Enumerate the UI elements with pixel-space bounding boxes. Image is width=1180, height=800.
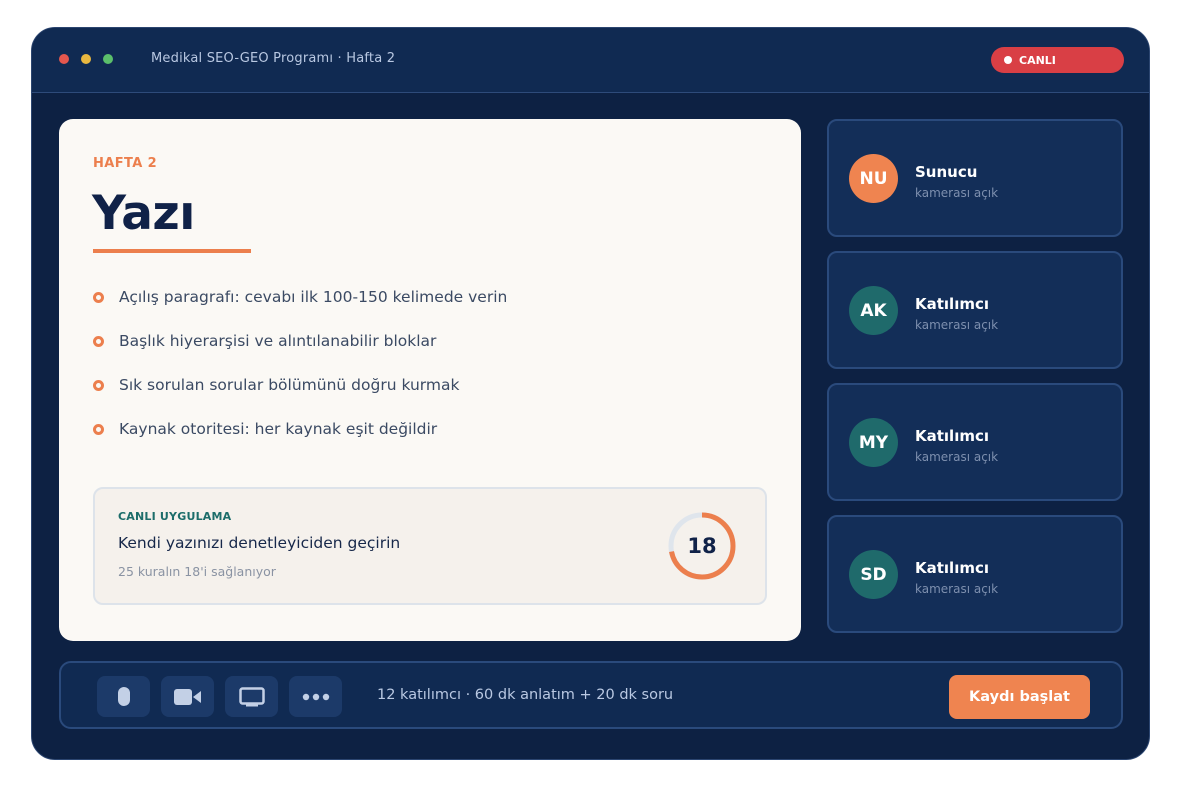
minimize-window-button[interactable] xyxy=(81,54,91,64)
bullet-ring-icon xyxy=(93,423,104,435)
participant-role: Katılımcı xyxy=(915,427,990,445)
practice-label: CANLI UYGULAMA xyxy=(118,510,232,523)
participant-tile-my[interactable]: MY Katılımcı kamerası açık xyxy=(827,383,1123,501)
live-practice-card: CANLI UYGULAMA Kendi yazınızı denetleyic… xyxy=(93,487,767,605)
presentation-slide: HAFTA 2 Yazı Açılış paragrafı: cevabı il… xyxy=(59,119,801,641)
microphone-button[interactable] xyxy=(97,676,150,717)
participant-tile-ak[interactable]: AK Katılımcı kamerası açık xyxy=(827,251,1123,369)
participant-tile-nu[interactable]: NU Sunucu kamerası açık xyxy=(827,119,1123,237)
participant-role: Katılımcı xyxy=(915,559,990,577)
title-bar: Medikal SEO-GEO Programı · Hafta 2 CANLI xyxy=(32,28,1149,93)
window-title: Medikal SEO-GEO Programı · Hafta 2 xyxy=(151,51,396,66)
more-icon xyxy=(302,693,329,700)
bullet-item: Sık sorulan sorular bölümünü doğru kurma… xyxy=(93,375,459,395)
bullet-ring-icon xyxy=(93,379,104,391)
camera-icon xyxy=(173,688,201,705)
bullet-item: Başlık hiyerarşisi ve alıntılanabilir bl… xyxy=(93,331,436,351)
bullet-ring-icon xyxy=(93,335,104,347)
title-underline xyxy=(93,249,251,253)
live-badge: CANLI xyxy=(991,47,1124,73)
avatar: SD xyxy=(849,550,898,599)
bullet-item: Açılış paragrafı: cevabı ilk 100-150 kel… xyxy=(93,287,507,307)
bullet-text: Kaynak otoritesi: her kaynak eşit değild… xyxy=(119,420,438,438)
start-recording-button[interactable]: Kaydı başlat xyxy=(949,675,1090,719)
camera-status: kamerası açık xyxy=(915,186,999,200)
practice-subtitle: 25 kuralın 18'i sağlanıyor xyxy=(118,564,276,579)
bullet-text: Sık sorulan sorular bölümünü doğru kurma… xyxy=(119,376,460,394)
practice-title: Kendi yazınızı denetleyiciden geçirin xyxy=(118,534,401,552)
participant-tile-sd[interactable]: SD Katılımcı kamerası açık xyxy=(827,515,1123,633)
microphone-icon xyxy=(117,686,130,706)
meeting-window: Medikal SEO-GEO Programı · Hafta 2 CANLI… xyxy=(31,27,1150,760)
bullet-item: Kaynak otoritesi: her kaynak eşit değild… xyxy=(93,419,437,439)
screen-share-icon xyxy=(238,686,265,706)
participant-role: Katılımcı xyxy=(915,295,990,313)
more-button[interactable] xyxy=(289,676,342,717)
bullet-text: Başlık hiyerarşisi ve alıntılanabilir bl… xyxy=(119,332,437,350)
camera-status: kamerası açık xyxy=(915,450,999,464)
camera-status: kamerası açık xyxy=(915,318,999,332)
camera-button[interactable] xyxy=(161,676,214,717)
avatar: MY xyxy=(849,418,898,467)
live-badge-label: CANLI xyxy=(1019,53,1056,67)
screen-share-button[interactable] xyxy=(225,676,278,717)
bullet-text: Açılış paragrafı: cevabı ilk 100-150 kel… xyxy=(119,288,508,306)
avatar: NU xyxy=(849,154,898,203)
participant-role: Sunucu xyxy=(915,163,978,181)
slide-eyebrow: HAFTA 2 xyxy=(93,156,158,171)
bullet-ring-icon xyxy=(93,291,104,303)
score-value: 18 xyxy=(687,534,717,558)
meeting-toolbar: 12 katılımcı · 60 dk anlatım + 20 dk sor… xyxy=(59,661,1123,729)
avatar: AK xyxy=(849,286,898,335)
close-window-button[interactable] xyxy=(59,54,69,64)
session-info: 12 katılımcı · 60 dk anlatım + 20 dk sor… xyxy=(377,687,674,703)
live-indicator-icon xyxy=(1004,56,1012,64)
slide-title: Yazı xyxy=(92,186,195,241)
camera-status: kamerası açık xyxy=(915,582,999,596)
maximize-window-button[interactable] xyxy=(103,54,113,64)
